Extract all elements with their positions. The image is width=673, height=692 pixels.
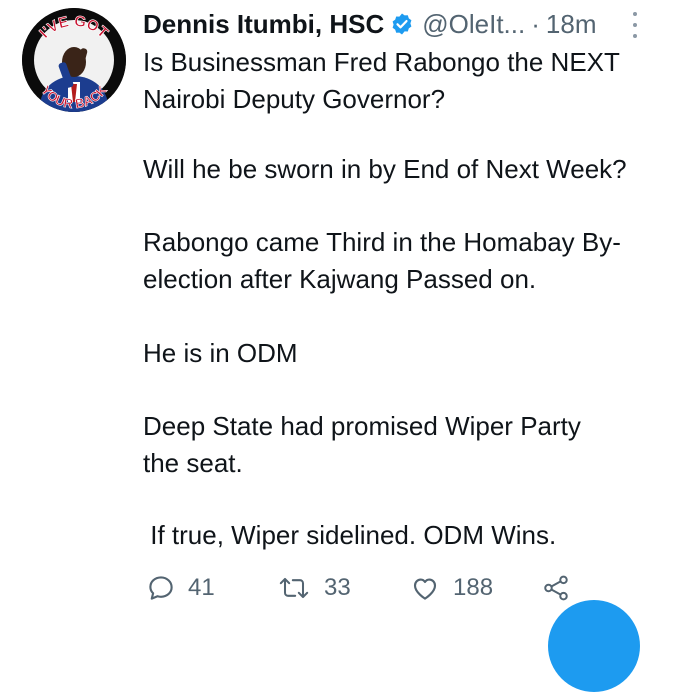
tweet-text-line: the seat. [143, 448, 243, 478]
tweet-actions: 41 33 188 [0, 570, 673, 606]
tweet-text-line: Deep State had promised Wiper Party [143, 411, 581, 441]
tweet-text-line: Will he be sworn in by End of Next Week? [143, 154, 627, 184]
separator-dot: · [531, 8, 540, 39]
share-icon [544, 575, 568, 601]
author-handle[interactable]: @OleIt... [422, 9, 525, 40]
reply-button[interactable]: 41 [146, 570, 215, 606]
author-name[interactable]: Dennis Itumbi, HSC [143, 9, 384, 40]
retweet-icon [279, 577, 309, 599]
more-dot [633, 34, 637, 38]
like-count: 188 [453, 574, 494, 601]
share-button[interactable] [540, 570, 572, 606]
retweet-button[interactable]: 33 [276, 570, 351, 606]
tweet-text-line: He is in ODM [143, 338, 298, 368]
avatar-image: I'VE GOT YOUR BACK [22, 8, 126, 112]
tweet-text-line: If true, Wiper sidelined. ODM Wins. [143, 520, 557, 550]
reply-count: 41 [188, 574, 215, 601]
tweet-text-line: Rabongo came Third in the Homabay By- [143, 227, 621, 257]
more-dot [633, 23, 637, 27]
more-vertical-icon[interactable] [629, 12, 641, 38]
more-dot [633, 12, 637, 16]
tweet-text-line: Nairobi Deputy Governor? [143, 84, 446, 114]
tweet-header: Dennis Itumbi, HSC @OleIt... · 18m [143, 8, 596, 40]
like-button[interactable]: 188 [409, 570, 493, 606]
compose-fab-button[interactable] [548, 600, 640, 692]
heart-icon [413, 578, 437, 600]
avatar[interactable]: I'VE GOT YOUR BACK [22, 8, 126, 112]
tweet-text-line: Is Businessman Fred Rabongo the NEXT [143, 47, 620, 77]
comment-icon [149, 576, 173, 600]
timestamp[interactable]: 18m [546, 9, 597, 40]
tweet-text-line: election after Kajwang Passed on. [143, 264, 537, 294]
retweet-count: 33 [324, 574, 351, 601]
verified-badge-icon [392, 13, 412, 35]
